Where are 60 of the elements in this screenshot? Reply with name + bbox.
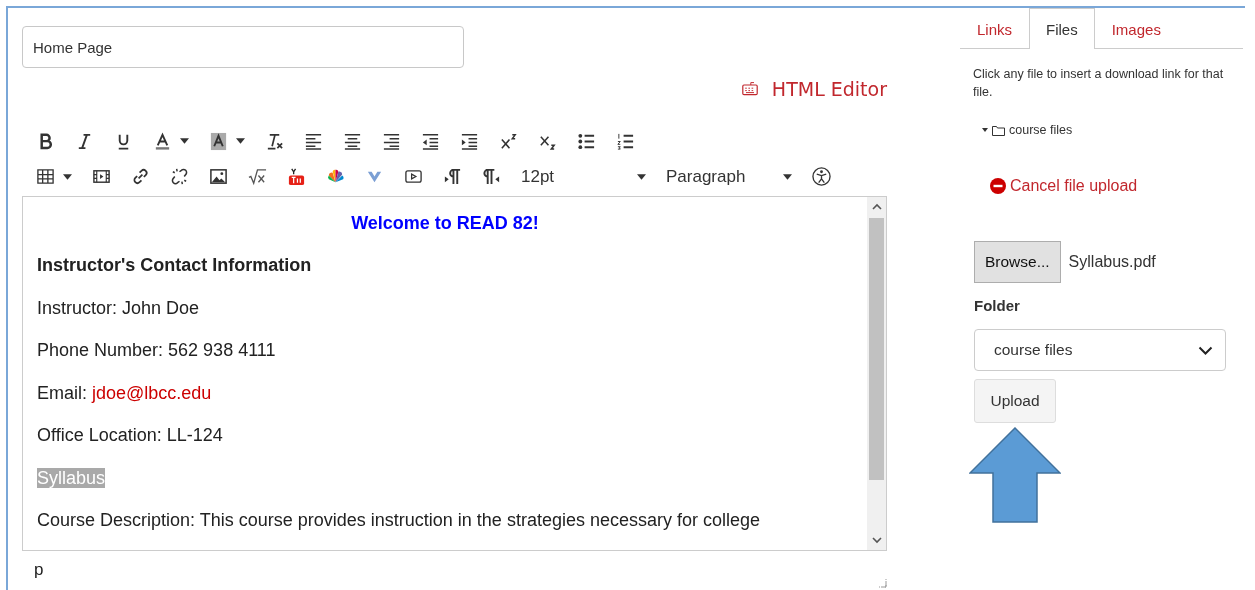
cancel-upload-link[interactable]: Cancel file upload — [990, 177, 1138, 195]
file-name: Syllabus.pdf — [1068, 253, 1156, 271]
align-center-icon[interactable] — [343, 131, 362, 151]
resize-grip-icon[interactable] — [877, 578, 887, 588]
panel-tab[interactable]: Images — [1094, 8, 1178, 49]
text-color-icon[interactable] — [153, 131, 172, 151]
align-right-icon[interactable] — [382, 131, 401, 151]
folder-icon — [992, 124, 1005, 136]
indent-icon[interactable] — [460, 131, 479, 151]
caret-icon[interactable] — [180, 138, 189, 145]
section-heading: Instructor's Contact Information — [37, 254, 313, 278]
image-icon[interactable] — [209, 167, 228, 187]
clear-formatting-icon[interactable] — [265, 131, 284, 151]
title-field[interactable]: Home Page — [22, 26, 464, 69]
scroll-up-icon[interactable] — [871, 202, 882, 210]
block-format-select[interactable]: Paragraph — [666, 166, 792, 187]
outdent-icon[interactable] — [421, 131, 440, 151]
unlink-icon[interactable] — [170, 167, 189, 187]
table-icon[interactable] — [36, 167, 55, 187]
browse-button[interactable]: Browse... — [974, 241, 1061, 283]
highlight-color-icon[interactable] — [209, 131, 228, 151]
numbered-list-icon[interactable] — [616, 131, 635, 151]
email-link[interactable]: jdoe@lbcc.edu — [92, 382, 212, 403]
paragraph-text: Phone Number: 562 938 4111 — [37, 339, 277, 363]
panel-tab[interactable]: Links — [960, 8, 1030, 49]
folder-label: Folder — [974, 297, 1021, 314]
paragraph-rtl-icon[interactable] — [482, 167, 501, 187]
align-left-icon[interactable] — [304, 131, 323, 151]
paragraph-ltr-icon[interactable] — [443, 167, 462, 187]
caret-icon[interactable] — [783, 173, 792, 180]
paragraph-text: Course Description: This course provides instruction in the strategies necessary for college — [37, 509, 761, 533]
caret-icon[interactable] — [637, 173, 646, 180]
link-icon[interactable] — [131, 167, 150, 187]
square-root-icon[interactable] — [248, 167, 267, 187]
panel-tab[interactable]: Files — [1029, 8, 1095, 49]
element-path: p — [34, 560, 44, 581]
html-editor-link[interactable]: HTML Editor — [739, 78, 887, 101]
paragraph-text: Instructor: John Doe — [37, 296, 201, 320]
font-size-select[interactable]: 12pt — [521, 166, 646, 187]
minus-circle-icon — [990, 178, 1006, 194]
caret-icon[interactable] — [236, 138, 245, 145]
keyboard-icon[interactable] — [739, 81, 760, 98]
scrollbar-thumb[interactable] — [869, 217, 884, 480]
paragraph-text: Email: jdoe@lbcc.edu — [37, 381, 213, 405]
superscript-icon[interactable] — [499, 131, 518, 151]
chevron-down-icon[interactable] — [1198, 345, 1213, 355]
heading-text: Welcome to READ 82! — [350, 211, 540, 235]
accessibility-icon[interactable] — [812, 167, 831, 187]
folder-tree-item[interactable]: course files — [982, 123, 1243, 137]
instruction-text: Click any file to insert a download link for that file. — [973, 66, 1225, 101]
caret-icon[interactable] — [63, 173, 72, 180]
scroll-down-icon[interactable] — [871, 536, 882, 544]
expanded-icon[interactable] — [982, 127, 988, 133]
selected-text: Syllabus — [37, 467, 106, 488]
video-icon[interactable] — [287, 167, 306, 187]
scrollbar[interactable] — [867, 196, 886, 550]
bullet-list-icon[interactable] — [577, 131, 596, 151]
upload-button[interactable]: Upload — [974, 379, 1056, 423]
folder-select[interactable]: course files — [974, 329, 1226, 371]
paragraph-text: Office Location: LL-124 — [37, 424, 224, 448]
